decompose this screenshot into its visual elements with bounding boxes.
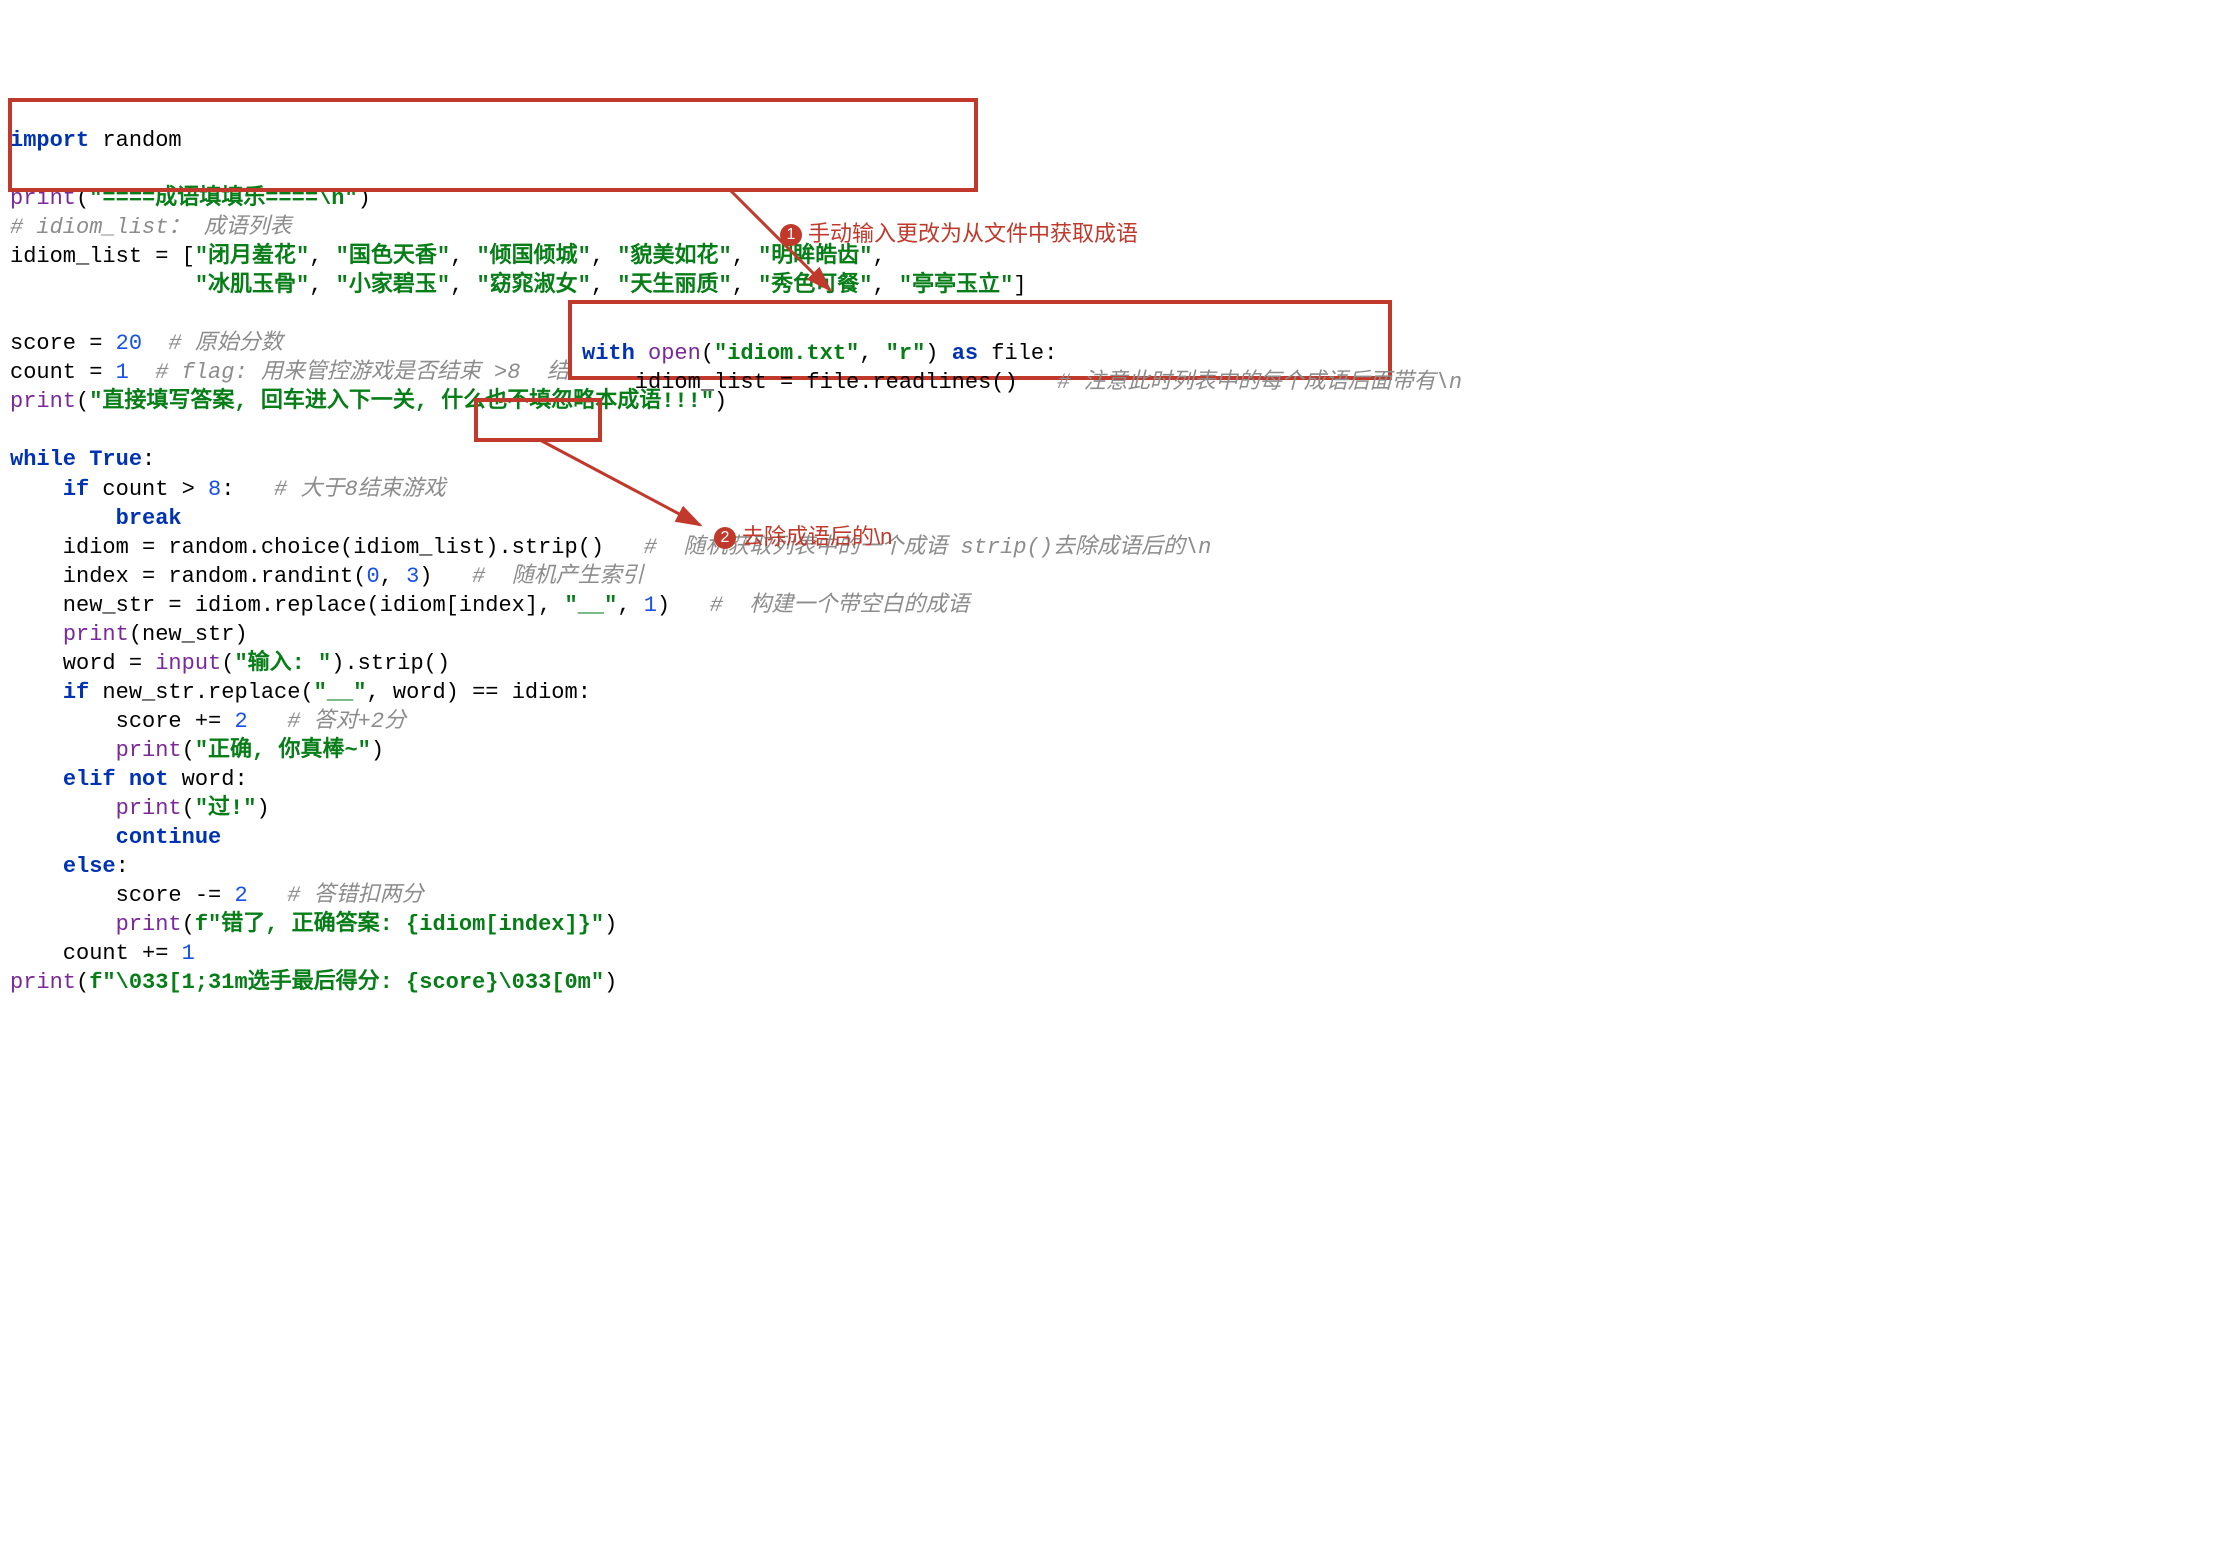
- kw-import: import: [10, 128, 89, 153]
- str-title: "====成语填填乐====\n": [89, 186, 357, 211]
- fn-print: print: [10, 186, 76, 211]
- badge-2-icon: 2: [714, 527, 736, 549]
- cmt-idiom-list: # idiom_list： 成语列表: [10, 215, 292, 240]
- callout-1-text: 手动输入更改为从文件中获取成语: [808, 221, 1138, 246]
- callout-2-text: 去除成语后的\n: [742, 524, 892, 549]
- callout-1: 1 手动输入更改为从文件中获取成语: [780, 219, 1138, 248]
- mod-random: random: [89, 128, 181, 153]
- assign-count: count =: [10, 360, 116, 385]
- callout-2: 2 去除成语后的\n: [714, 522, 892, 551]
- badge-1-icon: 1: [780, 224, 802, 246]
- assign-score: score =: [10, 331, 116, 356]
- assign-idiom-list: idiom_list = [: [10, 244, 195, 269]
- code-block: import random print("====成语填填乐====\n") #…: [10, 126, 2212, 997]
